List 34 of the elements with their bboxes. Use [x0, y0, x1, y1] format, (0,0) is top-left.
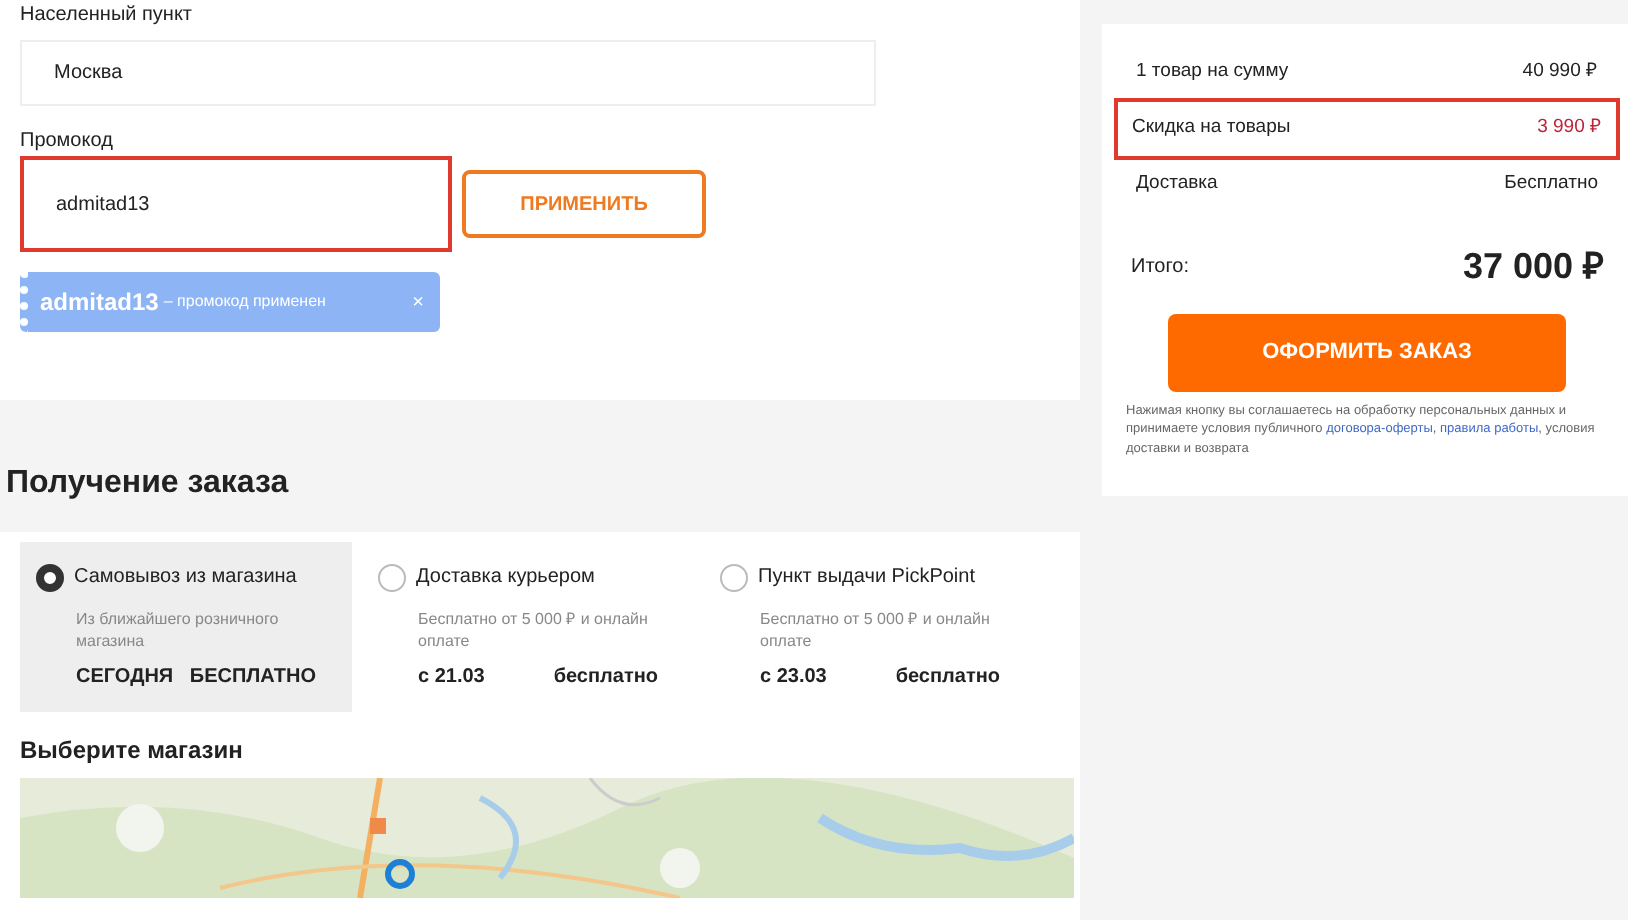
- summary-label: Скидка на товары: [1132, 114, 1291, 143]
- option-title: Самовывоз из магазина: [74, 564, 297, 592]
- option-date: с 21.03: [418, 664, 485, 693]
- total-label: Итого:: [1131, 254, 1189, 282]
- field-label: Промокод: [20, 128, 115, 156]
- radio-button[interactable]: [720, 563, 748, 591]
- option-date: с 23.03: [760, 664, 827, 693]
- selected-option-card[interactable]: Самовывоз из магазина Из ближайшего розничного магазина СЕГОДНЯ БЕСПЛАТНО: [20, 542, 352, 713]
- summary-value: Бесплатно: [1504, 170, 1598, 199]
- field-label: Населенный пункт: [20, 2, 195, 30]
- section-title: Получение заказа: [6, 464, 291, 504]
- summary-label: Доставка: [1136, 170, 1218, 199]
- summary-label: 1 товар на сумму: [1136, 58, 1289, 87]
- promo-field[interactable]: admitad13: [20, 156, 452, 252]
- option-note: Из ближайшего розничного магазина: [76, 608, 281, 653]
- option-price: бесплатно: [895, 664, 1000, 693]
- option-note: Бесплатно от 5 000 ₽ и онлайн оплате: [418, 608, 650, 653]
- delivery-option[interactable]: Пункт выдачи PickPoint Бесплатно от 5 000 ₽ и онлайн оплате с 23.03 бесплатно: [704, 542, 1036, 713]
- total-amount: 37 000 ₽: [1462, 244, 1603, 290]
- option-date: СЕГОДНЯ: [76, 664, 174, 693]
- radio-button[interactable]: [378, 563, 406, 591]
- option-price: БЕСПЛАТНО: [189, 664, 316, 693]
- summary-value: 40 990 ₽: [1522, 58, 1598, 87]
- option-title: Пункт выдачи PickPoint: [758, 564, 975, 592]
- promo-status: – промокод применен: [163, 290, 328, 314]
- radio-button[interactable]: [36, 563, 64, 591]
- city-field[interactable]: Москва: [20, 40, 876, 106]
- delivery-option[interactable]: Доставка курьером Бесплатно от 5 000 ₽ и онлайн оплате с 21.03 бесплатно: [362, 542, 694, 713]
- summary-value: 3 990 ₽: [1537, 114, 1602, 143]
- promo-code: admitad13: [40, 286, 159, 320]
- option-note: Бесплатно от 5 000 ₽ и онлайн оплате: [760, 608, 992, 653]
- option-price: бесплатно: [553, 664, 658, 693]
- option-title: Доставка курьером: [416, 564, 595, 592]
- section-title: Выберите магазин: [20, 734, 245, 769]
